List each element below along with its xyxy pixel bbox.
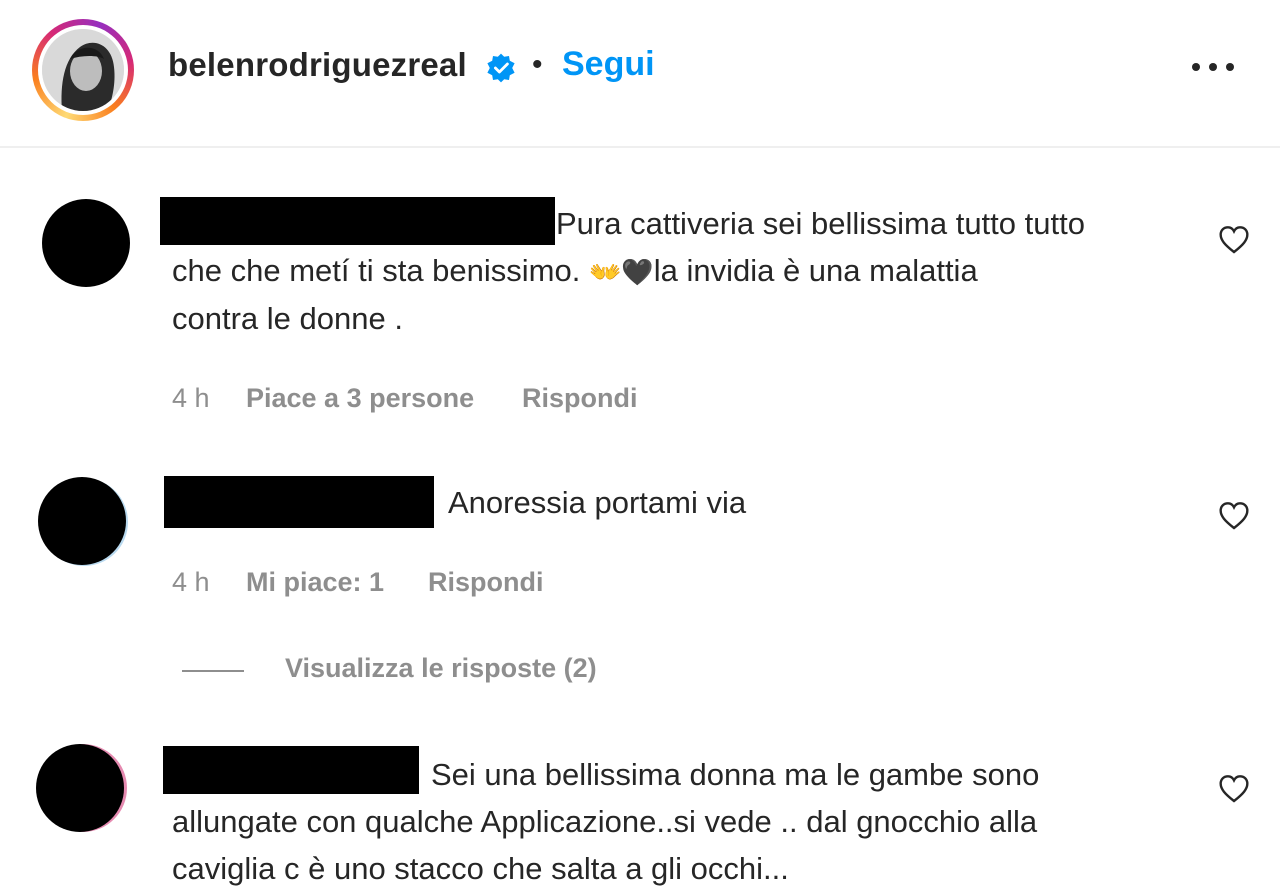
like-heart-icon[interactable] — [1217, 224, 1251, 256]
comment-time: 4 h — [172, 567, 210, 597]
likes-count[interactable]: Piace a 3 persone — [246, 383, 474, 414]
verified-badge-icon — [487, 53, 515, 83]
comment-avatar[interactable] — [36, 744, 124, 832]
like-heart-icon[interactable] — [1217, 500, 1251, 532]
comment-text-line: caviglia c è uno stacco che salta a gli … — [172, 851, 789, 886]
like-heart-icon[interactable] — [1217, 773, 1251, 805]
comment-avatar[interactable] — [42, 199, 130, 287]
redacted-username — [163, 746, 419, 794]
likes-count[interactable]: Mi piace: 1 — [246, 567, 384, 598]
post-header: belenrodriguezreal • Segui — [0, 0, 1280, 148]
view-replies-button[interactable]: Visualizza le risposte (2) — [285, 653, 597, 684]
avatar-photo — [42, 29, 124, 111]
redacted-username — [160, 197, 555, 245]
comment-avatar[interactable] — [38, 477, 126, 565]
comment-time: 4 h — [172, 383, 210, 413]
comment-text-line: che che metí ti sta benissimo. 👐🖤la invi… — [172, 253, 978, 288]
more-options-icon[interactable] — [1192, 52, 1234, 82]
follow-button[interactable]: Segui — [562, 45, 655, 84]
reply-button[interactable]: Rispondi — [522, 383, 638, 414]
comment-text-line: Sei una bellissima donna ma le gambe son… — [431, 757, 1040, 792]
comment-text-line: Anoressia portami via — [448, 485, 747, 520]
comment-text-line: Pura cattiveria sei bellissima tutto tut… — [556, 206, 1085, 241]
profile-avatar[interactable] — [32, 19, 134, 121]
emoji: 👐🖤 — [588, 257, 654, 287]
comment-text-line: allungate con qualche Applicazione..si v… — [172, 804, 1038, 839]
reply-button[interactable]: Rispondi — [428, 567, 544, 598]
comment-text-line: contra le donne . — [172, 301, 403, 336]
replies-divider — [182, 670, 244, 672]
username[interactable]: belenrodriguezreal — [168, 46, 467, 84]
separator-dot: • — [532, 48, 543, 81]
redacted-username — [164, 476, 434, 528]
